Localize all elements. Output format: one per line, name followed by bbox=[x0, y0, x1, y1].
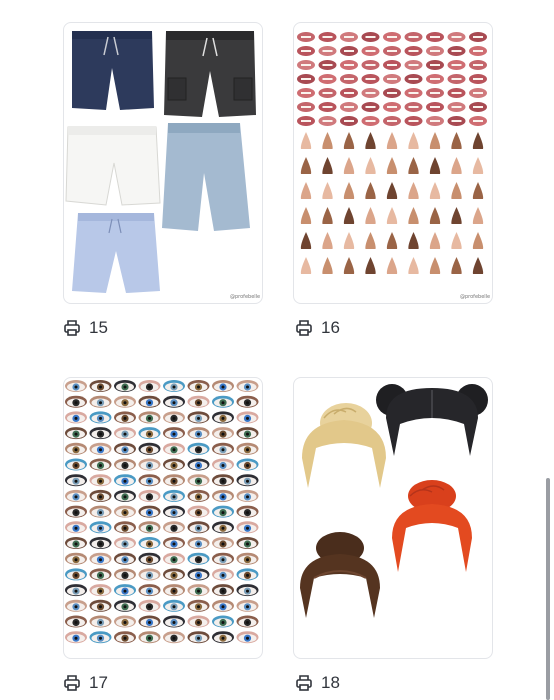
printable-card-shorts[interactable]: @profebelle bbox=[63, 22, 263, 304]
printer-icon bbox=[63, 674, 81, 692]
printable-card-hair[interactable] bbox=[293, 377, 493, 659]
print-count-17: 17 bbox=[63, 671, 108, 695]
black-cargo-shorts-image bbox=[164, 31, 256, 117]
shorts-thumbnail: @profebelle bbox=[65, 31, 260, 300]
printer-icon bbox=[295, 319, 313, 337]
print-count-label: 16 bbox=[321, 318, 340, 337]
eyes-thumbnail bbox=[65, 380, 259, 644]
eyes-grid-image bbox=[65, 380, 259, 644]
brown-bun-hair-image bbox=[300, 532, 380, 618]
print-count-18: 18 bbox=[295, 671, 340, 695]
card-watermark: @profebelle bbox=[230, 294, 260, 300]
page-scrollbar[interactable] bbox=[546, 478, 550, 700]
printer-icon bbox=[63, 319, 81, 337]
print-count-label: 18 bbox=[321, 673, 340, 692]
mouths-noses-thumbnail: @profebelle bbox=[297, 32, 490, 300]
print-count-label: 15 bbox=[89, 318, 108, 337]
striped-blue-shorts-image bbox=[72, 213, 160, 293]
print-count-label: 17 bbox=[89, 673, 108, 692]
navy-shorts-image bbox=[72, 31, 154, 110]
white-denim-shorts-image bbox=[65, 126, 161, 206]
hair-thumbnail bbox=[300, 384, 488, 618]
print-count-16: 16 bbox=[295, 316, 340, 340]
printable-card-eyes[interactable] bbox=[63, 377, 263, 659]
printer-icon bbox=[295, 674, 313, 692]
mouths-grid-image bbox=[297, 32, 487, 126]
red-bun-hair-image bbox=[392, 480, 472, 572]
blonde-bun-hair-image bbox=[302, 403, 386, 488]
printable-card-mouths-noses[interactable]: @profebelle bbox=[293, 22, 493, 304]
card-watermark: @profebelle bbox=[460, 294, 490, 300]
light-denim-shorts-image bbox=[162, 123, 250, 231]
print-count-15: 15 bbox=[63, 316, 108, 340]
noses-grid-image bbox=[300, 132, 484, 274]
black-double-buns-hair-image bbox=[376, 384, 488, 456]
